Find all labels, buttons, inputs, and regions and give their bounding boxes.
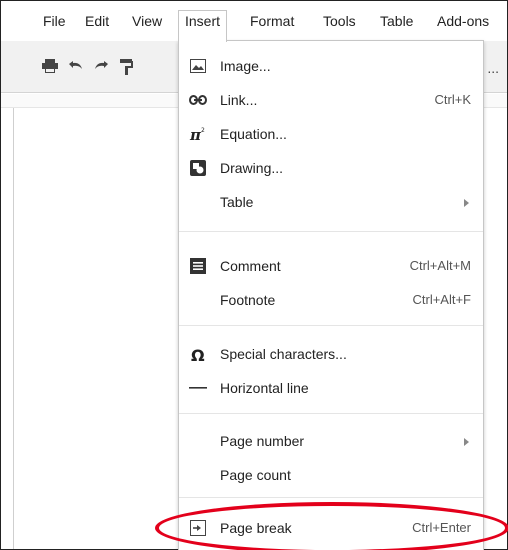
- menu-separator: [179, 325, 483, 326]
- horizontal-line-icon: [189, 380, 207, 396]
- menu-bar: File Edit View Insert Format Tools Table…: [1, 1, 507, 42]
- menu-item-shortcut: Ctrl+K: [434, 92, 471, 107]
- paint-format-icon[interactable]: [117, 58, 137, 76]
- print-icon[interactable]: [41, 58, 61, 76]
- menu-view[interactable]: View: [132, 13, 162, 41]
- menu-item-image[interactable]: Image...: [179, 49, 483, 83]
- omega-icon: Ω: [189, 346, 207, 362]
- pi-icon: π2: [189, 126, 207, 142]
- menu-item-shortcut: Ctrl+Alt+F: [412, 292, 471, 307]
- menu-item-label: Page number: [220, 433, 305, 449]
- menu-item-label: Drawing...: [220, 160, 284, 176]
- menu-item-label: Link...: [220, 92, 258, 108]
- undo-icon[interactable]: [67, 58, 87, 76]
- menu-item-horizontal-line[interactable]: Horizontal line: [179, 371, 483, 405]
- menu-item-page-number[interactable]: Page number: [179, 424, 483, 458]
- toolbar-overflow[interactable]: ...: [487, 60, 499, 76]
- menu-item-shortcut: Ctrl+Enter: [412, 520, 471, 535]
- menu-edit[interactable]: Edit: [85, 13, 109, 41]
- menu-item-label: Image...: [220, 58, 271, 74]
- page-edge: [13, 108, 14, 549]
- menu-separator: [179, 231, 483, 232]
- menu-separator: [179, 497, 483, 498]
- menu-item-label: Comment: [220, 258, 281, 274]
- menu-separator: [179, 413, 483, 414]
- menu-item-label: Equation...: [220, 126, 287, 142]
- menu-add-ons[interactable]: Add-ons: [437, 13, 489, 41]
- image-icon: [189, 58, 207, 74]
- menu-insert[interactable]: Insert: [178, 10, 228, 42]
- menu-item-drawing[interactable]: Drawing...: [179, 151, 483, 185]
- menu-item-page-count[interactable]: Page count: [179, 458, 483, 492]
- menu-item-label: Page count: [220, 467, 291, 483]
- svg-text:2: 2: [201, 127, 205, 134]
- menu-table[interactable]: Table: [380, 13, 413, 41]
- menu-item-page-break[interactable]: Page break Ctrl+Enter: [179, 511, 483, 545]
- svg-text:Ω: Ω: [191, 346, 205, 362]
- menu-tools[interactable]: Tools: [323, 13, 356, 41]
- menu-file[interactable]: File: [43, 13, 66, 41]
- submenu-arrow-icon: [464, 438, 469, 446]
- menu-item-label: Footnote: [220, 292, 276, 308]
- page-break-icon: [189, 520, 207, 536]
- menu-format[interactable]: Format: [250, 13, 294, 41]
- menu-item-table[interactable]: Table: [179, 185, 483, 219]
- menu-item-shortcut: Ctrl+Alt+M: [409, 258, 471, 273]
- menu-item-special-characters[interactable]: Ω Special characters...: [179, 337, 483, 371]
- drawing-icon: [189, 160, 207, 176]
- link-icon: [189, 92, 207, 108]
- redo-icon[interactable]: [92, 58, 112, 76]
- menu-item-label: Page break: [220, 520, 292, 536]
- menu-item-label: Table: [220, 194, 254, 210]
- menu-item-label: Special characters...: [220, 346, 347, 362]
- comment-icon: [189, 258, 207, 274]
- menu-item-footnote[interactable]: Footnote Ctrl+Alt+F: [179, 283, 483, 317]
- menu-item-label: Horizontal line: [220, 380, 309, 396]
- menu-item-link[interactable]: Link... Ctrl+K: [179, 83, 483, 117]
- submenu-arrow-icon: [464, 199, 469, 207]
- menu-item-equation[interactable]: π2 Equation...: [179, 117, 483, 151]
- menu-item-comment[interactable]: Comment Ctrl+Alt+M: [179, 249, 483, 283]
- insert-menu: Image... Link... Ctrl+K π2 Equation... D…: [178, 40, 484, 550]
